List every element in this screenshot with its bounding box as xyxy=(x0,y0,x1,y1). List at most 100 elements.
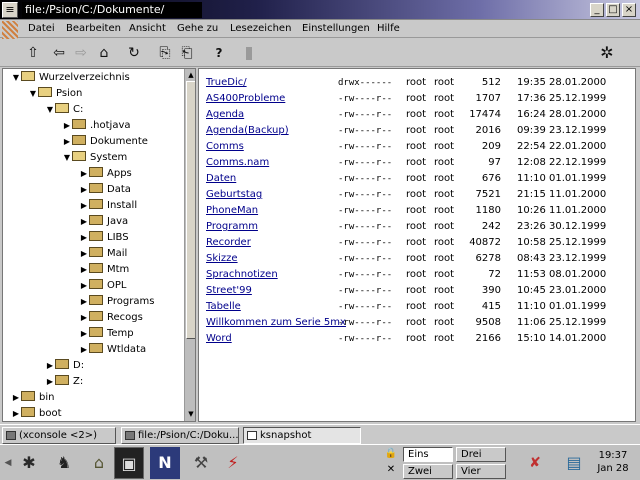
menu-bearbeiten[interactable]: Bearbeiten xyxy=(66,23,121,34)
reload-icon[interactable]: ↻ xyxy=(125,44,143,62)
file-name-link[interactable]: Tabelle xyxy=(206,299,241,315)
collapsed-arrow-icon[interactable]: ▶ xyxy=(79,278,89,294)
table-row[interactable]: Skizze -rw----r-- root root 6278 08:43 23.12.… xyxy=(199,251,629,267)
logout-icon[interactable]: ✕ xyxy=(384,463,398,477)
table-row[interactable]: Programm -rw----r-- root root 242 23:26 30.12… xyxy=(199,219,629,235)
collapsed-arrow-icon[interactable]: ▶ xyxy=(79,230,89,246)
monitor-icon[interactable]: ▤ xyxy=(564,447,584,479)
gimp-icon[interactable]: ♞ xyxy=(46,447,82,479)
desktop-drei[interactable]: Drei xyxy=(456,447,506,462)
collapsed-arrow-icon[interactable]: ▶ xyxy=(79,166,89,182)
tree-scrollbar[interactable]: ▲ ▼ xyxy=(184,69,195,421)
table-row[interactable]: Word -rw----r-- root root 2166 15:10 14.01.20… xyxy=(199,331,629,347)
file-name-link[interactable]: Sprachnotizen xyxy=(206,267,278,283)
title-bar[interactable]: ≡ file:/Psion/C:/Dokumente/ _ □ × xyxy=(0,0,640,20)
tree-node[interactable]: ▶ LIBS xyxy=(79,230,129,246)
file-name-link[interactable]: Agenda xyxy=(206,107,244,123)
back-icon[interactable]: ⇦ xyxy=(50,44,68,62)
file-name-link[interactable]: Word xyxy=(206,331,232,347)
trash-icon[interactable]: ✘ xyxy=(518,447,552,479)
paste-icon[interactable]: ⎗ xyxy=(178,44,196,62)
collapsed-arrow-icon[interactable]: ▶ xyxy=(62,134,72,150)
desktop-eins[interactable]: Eins xyxy=(403,447,453,462)
collapsed-arrow-icon[interactable]: ▶ xyxy=(79,294,89,310)
tree-node[interactable]: ▶ Java xyxy=(79,214,128,230)
collapsed-arrow-icon[interactable]: ▶ xyxy=(79,246,89,262)
directory-tree[interactable]: ▼ Wurzelverzeichnis ▼ Psion ▼ C: ▶ .hotjava ▶ Dok… xyxy=(2,68,196,422)
file-list[interactable]: TrueDic/drwx------ root root 512 19:35 28.01… xyxy=(198,68,636,422)
tree-node[interactable]: ▶ .hotjava xyxy=(62,118,131,134)
collapsed-arrow-icon[interactable]: ▶ xyxy=(79,326,89,342)
tree-node[interactable]: ▶ boot xyxy=(11,406,62,421)
tools-icon[interactable]: ⚒ xyxy=(186,447,216,479)
file-name-link[interactable]: Comms xyxy=(206,139,244,155)
file-name-link[interactable]: TrueDic/ xyxy=(206,75,247,91)
table-row[interactable]: Street'99 -rw----r-- root root 390 10:45 23.0… xyxy=(199,283,629,299)
table-row[interactable]: TrueDic/drwx------ root root 512 19:35 28.01… xyxy=(199,75,629,91)
table-row[interactable]: AS400Probleme -rw----r-- root root 1707 17:36… xyxy=(199,91,629,107)
file-name-link[interactable]: PhoneMan xyxy=(206,203,258,219)
table-row[interactable]: Agenda -rw----r-- root root 17474 16:24 28.01… xyxy=(199,107,629,123)
tree-node[interactable]: ▶ Mtm xyxy=(79,262,129,278)
collapsed-arrow-icon[interactable]: ▶ xyxy=(79,342,89,358)
tree-node[interactable]: ▶ Dokumente xyxy=(62,134,148,150)
file-name-link[interactable]: Skizze xyxy=(206,251,238,267)
menu-lesezeichen[interactable]: Lesezeichen xyxy=(230,23,291,34)
tree-node[interactable]: ▶ Data xyxy=(79,182,131,198)
netscape-icon[interactable]: N xyxy=(150,447,180,479)
settings-icon[interactable]: ✲ xyxy=(598,44,616,62)
lightning-icon[interactable]: ⚡ xyxy=(218,447,248,479)
table-row[interactable]: Tabelle -rw----r-- root root 415 11:10 01.01.… xyxy=(199,299,629,315)
collapsed-arrow-icon[interactable]: ▶ xyxy=(62,118,72,134)
tree-node[interactable]: ▶ Apps xyxy=(79,166,132,182)
file-name-link[interactable]: Geburtstag xyxy=(206,187,262,203)
home-folder-icon[interactable]: ⌂ xyxy=(84,447,114,479)
scroll-down-icon[interactable]: ▼ xyxy=(186,409,195,419)
expanded-arrow-icon[interactable]: ▼ xyxy=(45,102,55,118)
collapsed-arrow-icon[interactable]: ▶ xyxy=(45,374,55,390)
desktop-vier[interactable]: Vier xyxy=(456,464,506,479)
tree-node[interactable]: ▶ OPL xyxy=(79,278,126,294)
tree-node[interactable]: ▼ Wurzelverzeichnis xyxy=(11,70,130,86)
minimize-button[interactable]: _ xyxy=(590,3,604,17)
table-row[interactable]: Willkommen zum Serie 5mx -rw----r-- root ro… xyxy=(199,315,629,331)
maximize-button[interactable]: □ xyxy=(606,3,620,17)
home-icon[interactable]: ⌂ xyxy=(95,44,113,62)
tree-node[interactable]: ▶ Wtldata xyxy=(79,342,146,358)
table-row[interactable]: Sprachnotizen -rw----r-- root root 72 11:53 0… xyxy=(199,267,629,283)
k-menu-icon[interactable]: ✱ xyxy=(14,447,44,479)
task-xconsole[interactable]: (xconsole <2>) xyxy=(2,427,116,444)
task-konqueror[interactable]: file:/Psion/C:/Doku... xyxy=(121,427,239,444)
task-ksnapshot[interactable]: ksnapshot xyxy=(243,427,361,444)
table-row[interactable]: Geburtstag -rw----r-- root root 7521 21:15 11… xyxy=(199,187,629,203)
tree-node[interactable]: ▶ Recogs xyxy=(79,310,143,326)
menu-ansicht[interactable]: Ansicht xyxy=(129,23,166,34)
menu-einstellungen[interactable]: Einstellungen xyxy=(302,23,370,34)
collapsed-arrow-icon[interactable]: ▶ xyxy=(11,406,21,421)
window-menu-button[interactable]: ≡ xyxy=(2,2,18,18)
clock[interactable]: 19:37 Jan 28 xyxy=(588,446,638,480)
file-name-link[interactable]: Comms.nam xyxy=(206,155,269,171)
collapsed-arrow-icon[interactable]: ▶ xyxy=(45,358,55,374)
table-row[interactable]: Daten -rw----r-- root root 676 11:10 01.01.19… xyxy=(199,171,629,187)
desktop-zwei[interactable]: Zwei xyxy=(403,464,453,479)
scrollbar-thumb[interactable] xyxy=(186,81,195,339)
tree-node[interactable]: ▼ System xyxy=(62,150,127,166)
file-name-link[interactable]: Programm xyxy=(206,219,258,235)
expanded-arrow-icon[interactable]: ▼ xyxy=(28,86,38,102)
file-name-link[interactable]: Recorder xyxy=(206,235,251,251)
menu-hilfe[interactable]: Hilfe xyxy=(377,23,400,34)
table-row[interactable]: PhoneMan -rw----r-- root root 1180 10:26 11.0… xyxy=(199,203,629,219)
terminal-icon[interactable]: ▣ xyxy=(114,447,144,479)
collapsed-arrow-icon[interactable]: ▶ xyxy=(79,262,89,278)
tree-node[interactable]: ▼ Psion xyxy=(28,86,82,102)
scroll-up-icon[interactable]: ▲ xyxy=(186,70,195,80)
tree-node[interactable]: ▶ Temp xyxy=(79,326,134,342)
up-icon[interactable]: ⇧ xyxy=(24,44,42,62)
collapsed-arrow-icon[interactable]: ▶ xyxy=(79,198,89,214)
menu-gehe-zu[interactable]: Gehe zu xyxy=(177,23,218,34)
tree-node[interactable]: ▶ Z: xyxy=(45,374,83,390)
collapsed-arrow-icon[interactable]: ▶ xyxy=(11,390,21,406)
tree-node[interactable]: ▶ Mail xyxy=(79,246,127,262)
tree-node[interactable]: ▶ bin xyxy=(11,390,54,406)
